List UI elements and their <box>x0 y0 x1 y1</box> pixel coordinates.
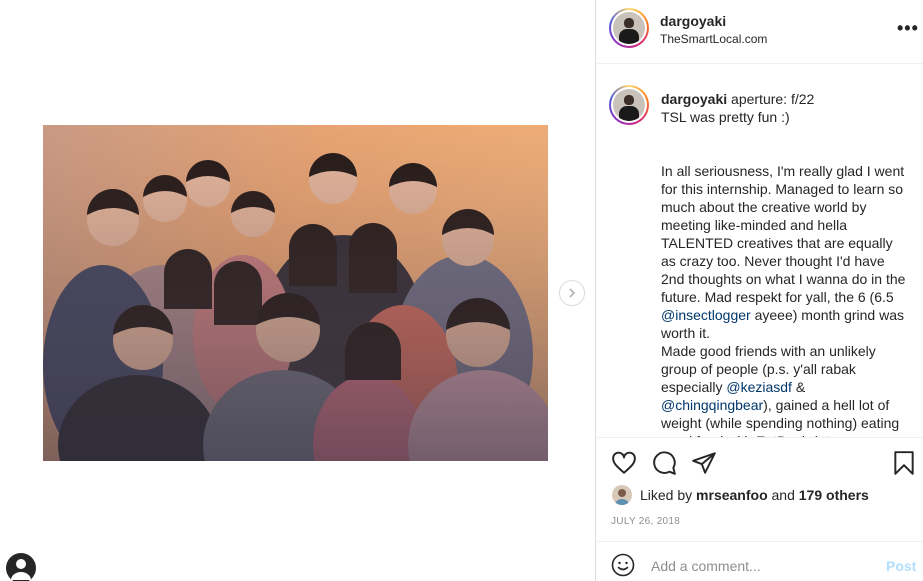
bookmark-icon[interactable] <box>891 450 917 476</box>
post-actions: Liked by mrseanfoo and 179 others JULY 2… <box>597 437 923 541</box>
post-comment-button[interactable]: Post <box>886 558 916 574</box>
caption-paragraph-2: Made good friends with an unlikely group… <box>661 342 909 437</box>
post-photo[interactable] <box>43 125 548 461</box>
caption-line-2: TSL was pretty fun :) <box>661 109 790 125</box>
media-pane <box>0 0 596 581</box>
mention-keziasdf[interactable]: @keziasdf <box>726 379 792 395</box>
caption-avatar[interactable] <box>609 85 649 125</box>
profile-avatar-icon[interactable] <box>6 553 36 581</box>
mention-chingqingbear[interactable]: @chingqingbear <box>661 397 763 413</box>
liker-username[interactable]: mrseanfoo <box>696 487 768 503</box>
mention-insectlogger[interactable]: @insectlogger <box>661 307 751 323</box>
post-location[interactable]: TheSmartLocal.com <box>660 32 767 46</box>
caption-text-segment: In all seriousness, I'm really glad I we… <box>661 163 906 305</box>
likes-others-link[interactable]: 179 others <box>799 487 869 503</box>
author-avatar[interactable] <box>609 8 649 48</box>
caption-text: dargoyaki aperture: f/22 TSL was pretty … <box>661 90 909 437</box>
caption-username[interactable]: dargoyaki <box>661 91 727 107</box>
author-username[interactable]: dargoyaki <box>660 13 726 29</box>
likes-summary: Liked by mrseanfoo and 179 others <box>612 485 869 505</box>
comment-icon[interactable] <box>651 450 677 476</box>
emoji-icon[interactable] <box>611 553 635 577</box>
caption-text-segment: & <box>791 379 806 395</box>
comment-input[interactable]: Add a comment... <box>651 558 761 574</box>
post-side-panel: dargoyaki TheSmartLocal.com ••• dargoyak… <box>597 0 923 581</box>
caption-paragraph-1: In all seriousness, I'm really glad I we… <box>661 162 909 342</box>
post-date[interactable]: JULY 26, 2018 <box>611 516 680 527</box>
liker-avatar[interactable] <box>612 485 632 505</box>
chevron-right-icon <box>569 288 576 298</box>
likes-prefix: Liked by <box>640 487 693 503</box>
more-options-icon[interactable]: ••• <box>897 18 919 39</box>
group-photo-image <box>43 125 548 461</box>
post-header: dargoyaki TheSmartLocal.com ••• <box>597 0 923 64</box>
likes-and: and <box>771 487 795 503</box>
heart-icon[interactable] <box>611 450 637 476</box>
caption-line-1: aperture: f/22 <box>731 91 815 107</box>
paper-plane-icon[interactable] <box>691 450 717 476</box>
next-photo-button[interactable] <box>559 280 585 306</box>
comment-box: Add a comment... Post <box>597 541 923 581</box>
caption-area: dargoyaki aperture: f/22 TSL was pretty … <box>597 65 923 437</box>
